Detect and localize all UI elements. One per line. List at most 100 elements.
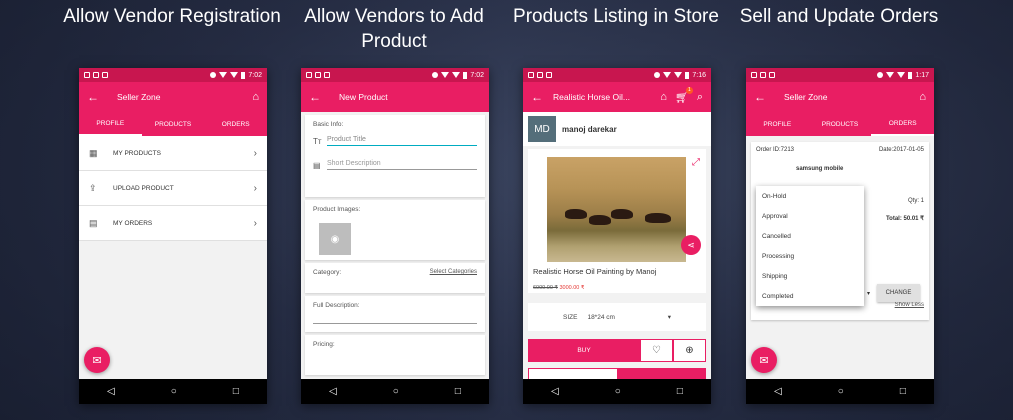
category-label: Category: — [313, 269, 342, 276]
short-description-input[interactable]: Short Description — [327, 160, 477, 170]
chat-button[interactable]: ✉ — [84, 347, 110, 373]
change-button[interactable]: CHANGE — [877, 284, 920, 302]
fullscreen-icon[interactable]: ⤢ — [692, 157, 700, 168]
tab-products[interactable]: PRODUCTS — [142, 112, 205, 136]
clock: 1:17 — [915, 71, 929, 79]
clock: 7:02 — [470, 71, 484, 79]
caption-update-orders: Sell and Update Orders — [739, 6, 939, 27]
menu-item-my-orders[interactable]: ▤ MY ORDERS › — [79, 206, 267, 241]
tab-orders[interactable]: ORDERS — [871, 112, 934, 136]
phone-product-listing: 7:16 ← Realistic Horse Oil... ⌂ 🛒︎ 1 ⌕ MD… — [523, 68, 711, 404]
app-bar: ← Seller Zone ⌂ — [79, 82, 267, 112]
nav-bar: ◁ ○ □ — [523, 379, 711, 404]
document-icon: ▤ — [313, 160, 321, 170]
status-option[interactable]: Cancelled — [756, 226, 864, 246]
product-images-card: Product Images: ◉ — [305, 200, 485, 260]
back-arrow-icon[interactable]: ← — [87, 90, 103, 104]
tab-profile[interactable]: PROFILE — [746, 112, 809, 136]
vendor-name: manoj darekar — [562, 124, 617, 134]
home-icon[interactable]: ⌂ — [252, 91, 259, 103]
pricing-card: Pricing: — [305, 335, 485, 375]
page-title: Realistic Horse Oil... — [553, 92, 630, 102]
dropdown-arrow-icon[interactable]: ▾ — [867, 290, 870, 297]
full-description-input[interactable] — [313, 323, 477, 324]
share-icon: ⋖ — [687, 239, 695, 250]
product-images-label: Product Images: — [313, 206, 361, 213]
size-selector[interactable]: SIZE 18*24 cm ▾ — [528, 303, 706, 331]
nav-home-icon[interactable]: ○ — [171, 386, 177, 397]
category-card: Category: Select Categories — [305, 263, 485, 293]
select-categories-link[interactable]: Select Categories — [430, 269, 477, 276]
nav-recents-icon[interactable]: □ — [233, 386, 239, 397]
nav-bar: ◁ ○ □ — [746, 379, 934, 404]
chevron-right-icon: › — [253, 147, 257, 159]
status-bar: 7:02 — [79, 68, 267, 82]
nav-home-icon[interactable]: ○ — [615, 386, 621, 397]
nav-recents-icon[interactable]: □ — [900, 386, 906, 397]
nav-back-icon[interactable]: ◁ — [107, 386, 115, 397]
add-image-button[interactable]: ◉ — [319, 223, 351, 255]
size-value: 18*24 cm — [587, 313, 615, 321]
caption-products-listing: Products Listing in Store — [513, 6, 719, 27]
tab-bar: PROFILE PRODUCTS ORDERS — [746, 112, 934, 136]
tab-orders[interactable]: ORDERS — [204, 112, 267, 136]
vendor-header[interactable]: MD manoj darekar — [523, 112, 711, 146]
search-icon[interactable]: ⌕ — [697, 91, 703, 104]
menu-label: MY ORDERS — [113, 219, 153, 227]
phone-new-product: 7:02 ← New Product Basic Info: Tт Produc… — [301, 68, 489, 404]
back-arrow-icon[interactable]: ← — [531, 90, 547, 104]
chat-button[interactable]: ✉ — [751, 347, 777, 373]
nav-home-icon[interactable]: ○ — [838, 386, 844, 397]
dropdown-arrow-icon: ▾ — [667, 314, 671, 321]
product-image[interactable] — [547, 157, 686, 262]
list-icon: ▤ — [89, 217, 98, 228]
nav-bar: ◁ ○ □ — [301, 379, 489, 404]
nav-back-icon[interactable]: ◁ — [551, 386, 559, 397]
back-arrow-icon[interactable]: ← — [754, 90, 770, 104]
pricing-label: Pricing: — [313, 341, 335, 348]
back-arrow-icon[interactable]: ← — [309, 90, 325, 104]
tab-profile[interactable]: PROFILE — [79, 112, 142, 136]
status-option[interactable]: Completed — [756, 286, 864, 306]
order-qty: Qty: 1 — [907, 198, 924, 204]
status-option[interactable]: On-Hold — [756, 186, 864, 206]
wishlist-button[interactable]: ♡ — [640, 339, 673, 362]
buy-button[interactable]: BUY — [528, 339, 640, 362]
chevron-right-icon: › — [253, 217, 257, 229]
menu-item-my-products[interactable]: ▦ MY PRODUCTS › — [79, 136, 267, 171]
product-name: Realistic Horse Oil Painting by Manoj — [533, 267, 657, 276]
home-icon[interactable]: ⌂ — [919, 91, 926, 103]
chat-icon: ✉ — [92, 354, 102, 367]
order-product: samsung mobile — [796, 166, 844, 172]
menu-label: UPLOAD PRODUCT — [113, 184, 174, 192]
product-title-input[interactable]: Product Title — [327, 136, 477, 146]
caption-vendor-registration: Allow Vendor Registration — [63, 6, 281, 27]
page-title: New Product — [339, 92, 388, 102]
nav-home-icon[interactable]: ○ — [393, 386, 399, 397]
add-to-cart-button[interactable]: ⊕ — [673, 339, 706, 362]
nav-recents-icon[interactable]: □ — [455, 386, 461, 397]
share-button[interactable]: ⋖ — [681, 235, 701, 255]
menu-item-upload-product[interactable]: ⇪ UPLOAD PRODUCT › — [79, 171, 267, 206]
nav-back-icon[interactable]: ◁ — [774, 386, 782, 397]
cart-add-icon: ⊕ — [685, 345, 694, 356]
status-dropdown: On-Hold Approval Cancelled Processing Sh… — [756, 186, 864, 306]
status-option[interactable]: Shipping — [756, 266, 864, 286]
page-title: Seller Zone — [117, 92, 161, 102]
camera-icon: ◉ — [330, 233, 340, 245]
heart-icon: ♡ — [652, 345, 661, 356]
product-card: ⤢ ⋖ Realistic Horse Oil Painting by Mano… — [528, 149, 706, 293]
show-less-link[interactable]: Show Less — [895, 302, 924, 308]
status-option[interactable]: Processing — [756, 246, 864, 266]
status-bar: 7:02 — [301, 68, 489, 82]
status-option[interactable]: Approval — [756, 206, 864, 226]
cart-icon[interactable]: 🛒︎ 1 — [675, 86, 693, 104]
clock: 7:16 — [692, 71, 706, 79]
app-bar: ← Realistic Horse Oil... ⌂ 🛒︎ 1 ⌕ — [523, 82, 711, 112]
nav-back-icon[interactable]: ◁ — [329, 386, 337, 397]
nav-recents-icon[interactable]: □ — [677, 386, 683, 397]
home-icon[interactable]: ⌂ — [660, 91, 667, 103]
tab-products[interactable]: PRODUCTS — [809, 112, 872, 136]
page-title: Seller Zone — [784, 92, 828, 102]
status-bar: 7:16 — [523, 68, 711, 82]
